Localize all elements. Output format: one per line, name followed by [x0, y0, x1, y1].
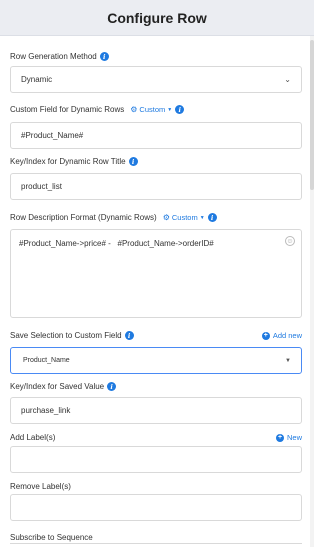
row-description-label: Row Description Format (Dynamic Rows) [10, 213, 157, 222]
subscribe-label-row: Subscribe to Sequence [10, 533, 93, 542]
add-labels-label-row: Add Label(s) [10, 433, 55, 442]
row-description-custom-dropdown[interactable]: ⚙ Custom ▼ [163, 213, 205, 222]
add-labels-label: Add Label(s) [10, 433, 56, 442]
dialog-header: Configure Row [0, 0, 314, 36]
row-generation-value: Dynamic [21, 75, 53, 84]
key-index-saved-input[interactable]: purchase_link [10, 397, 302, 424]
info-icon[interactable]: i [124, 331, 134, 340]
info-icon[interactable]: i [128, 157, 138, 166]
info-icon[interactable]: i [207, 213, 217, 222]
dialog-title: Configure Row [107, 9, 207, 26]
new-label-text: New [286, 433, 302, 442]
key-index-saved-label-row: Key/Index for Saved Value i [10, 382, 117, 391]
new-label-link[interactable]: + New [275, 433, 302, 442]
custom-dropdown-label: Custom [139, 105, 166, 114]
custom-field-input[interactable]: #Product_Name# [10, 122, 302, 149]
save-selection-label: Save Selection to Custom Field [10, 331, 122, 340]
caret-down-icon: ▼ [285, 357, 291, 364]
custom-field-label-row: Custom Field for Dynamic Rows ⚙ Custom ▼… [10, 105, 185, 114]
key-index-title-label-row: Key/Index for Dynamic Row Title i [10, 157, 138, 166]
custom-field-custom-dropdown[interactable]: ⚙ Custom ▼ [130, 105, 172, 114]
emoji-icon[interactable]: ☺ [285, 236, 295, 246]
row-generation-select[interactable]: Dynamic ⌄ [10, 66, 302, 93]
row-generation-label-row: Row Generation Method i [10, 52, 109, 61]
row-description-value: #Product_Name->price# - #Product_Name->o… [19, 239, 214, 248]
chevron-down-icon: ⌄ [284, 75, 291, 84]
info-icon[interactable]: i [175, 105, 185, 114]
remove-labels-input[interactable] [10, 494, 302, 521]
add-labels-input[interactable] [10, 446, 302, 473]
subscribe-label: Subscribe to Sequence [10, 533, 93, 542]
key-index-title-value: product_list [21, 182, 62, 191]
key-index-title-label: Key/Index for Dynamic Row Title [10, 157, 126, 166]
gear-icon: ⚙ [130, 105, 138, 114]
scrollbar-thumb[interactable] [310, 40, 314, 190]
row-generation-label: Row Generation Method [10, 52, 97, 61]
key-index-saved-value: purchase_link [21, 406, 71, 415]
info-icon[interactable]: i [107, 382, 117, 391]
caret-down-icon: ▼ [167, 106, 173, 113]
custom-dropdown-label: Custom [171, 213, 198, 222]
key-index-title-input[interactable]: product_list [10, 173, 302, 200]
caret-down-icon: ▼ [199, 214, 205, 221]
add-new-label: Add new [272, 331, 302, 340]
custom-field-label: Custom Field for Dynamic Rows [10, 105, 125, 114]
row-description-textarea[interactable]: #Product_Name->price# - #Product_Name->o… [10, 229, 302, 318]
plus-circle-icon: + [275, 433, 284, 442]
gear-icon: ⚙ [162, 213, 170, 222]
plus-circle-icon: + [261, 331, 270, 340]
subscribe-field-edge[interactable] [10, 543, 302, 544]
custom-field-value: #Product_Name# [21, 131, 84, 140]
add-new-link[interactable]: + Add new [261, 331, 302, 340]
save-selection-label-row: Save Selection to Custom Field i [10, 331, 134, 340]
info-icon[interactable]: i [99, 52, 109, 61]
row-description-label-row: Row Description Format (Dynamic Rows) ⚙ … [10, 213, 217, 222]
remove-labels-label-row: Remove Label(s) [10, 482, 71, 491]
key-index-saved-label: Key/Index for Saved Value [10, 382, 105, 391]
save-selection-select[interactable]: Product_Name ▼ [10, 347, 302, 374]
remove-labels-label: Remove Label(s) [10, 482, 71, 491]
save-selection-value: Product_Name [23, 357, 70, 364]
